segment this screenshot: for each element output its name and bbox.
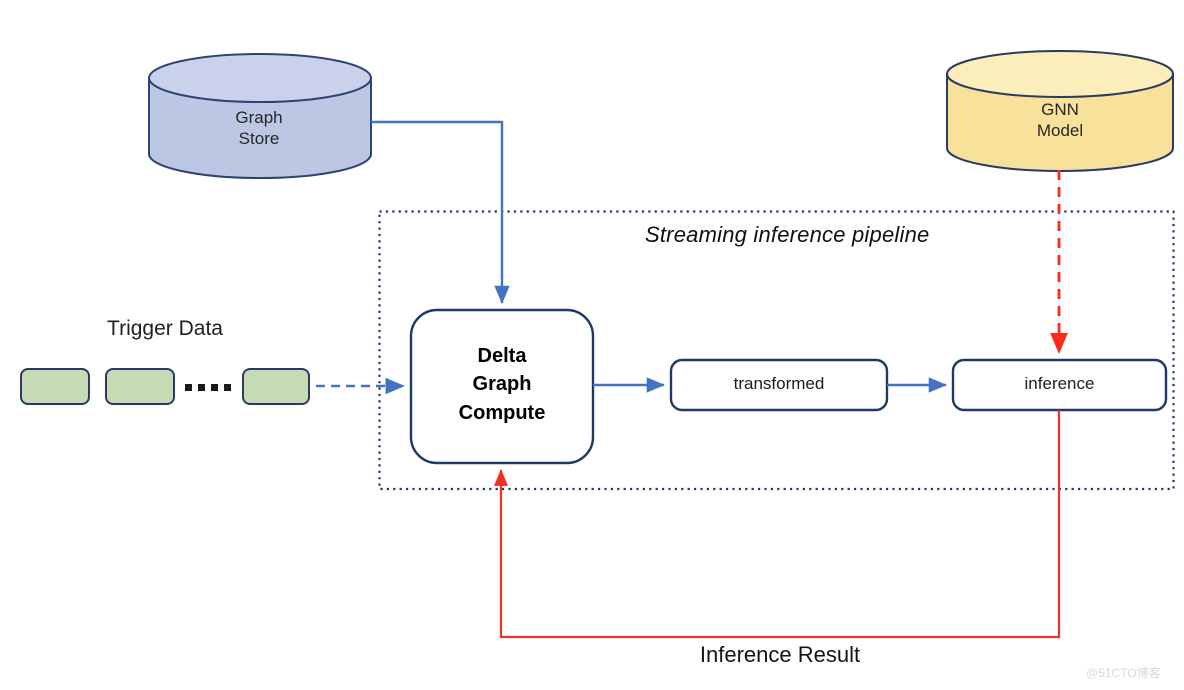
transformed-label: transformed <box>733 374 825 393</box>
trigger-box-3 <box>242 368 310 405</box>
inference-result-edge-label: Inference Result <box>699 642 861 667</box>
graph-store-label: Graph Store <box>235 108 283 148</box>
trigger-ellipsis-dots <box>185 384 231 391</box>
diagram-canvas: Graph Store GNN Model Trigger Data Strea… <box>0 0 1184 690</box>
trigger-data-boxes <box>20 368 310 405</box>
trigger-box-2 <box>105 368 175 405</box>
streaming-inference-pipeline-title: Streaming inference pipeline <box>645 222 930 247</box>
trigger-data-heading: Trigger Data <box>107 317 223 340</box>
watermark: @51CTO博客 <box>1086 666 1161 680</box>
inference-label: inference <box>1024 374 1095 393</box>
trigger-box-1 <box>20 368 90 405</box>
gnn-model-label: GNN Model <box>1036 100 1084 140</box>
delta-graph-compute-label: Delta Graph Compute <box>458 345 546 424</box>
